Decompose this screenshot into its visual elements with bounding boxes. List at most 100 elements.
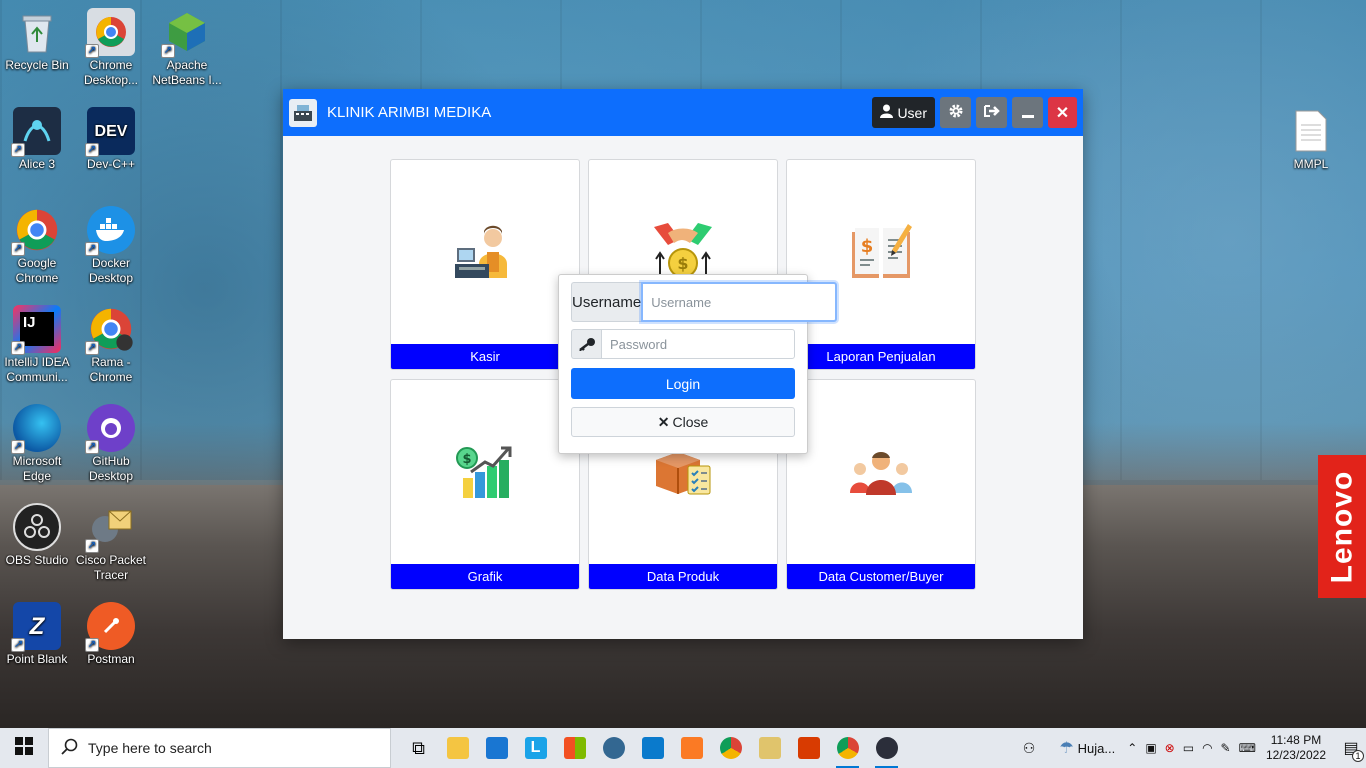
chrome-profile-icon: ↗ [85, 305, 135, 355]
desktop-icon-label: MMPL [1293, 157, 1329, 171]
cashier-icon [391, 160, 579, 344]
desktop-icon-chrome-desktop[interactable]: ↗ Chrome Desktop... [74, 8, 148, 88]
office-icon [797, 737, 820, 759]
chrome-icon: ↗ [11, 206, 61, 256]
edge-icon: ↗ [11, 404, 61, 454]
shortcut-arrow-icon: ↗ [11, 440, 25, 454]
packet-tracer-icon: ↗ [85, 503, 135, 553]
desktop-icon-label: IntelliJ IDEA Communi... [4, 355, 70, 384]
desktop-icon-intellij[interactable]: IJ ↗ IntelliJ IDEA Communi... [0, 305, 74, 385]
document-file-icon [1287, 107, 1335, 155]
desktop-icon-point-blank[interactable]: Z ↗ Point Blank [0, 602, 74, 667]
taskbar-search[interactable]: Type here to search [48, 728, 391, 768]
taskbar-mail[interactable] [477, 728, 516, 768]
shortcut-arrow-icon: ↗ [11, 143, 25, 157]
menu-card-laporan-penjualan[interactable]: $ Laporan Penjualan [786, 159, 976, 370]
taskbar-chrome-profile[interactable] [828, 728, 867, 768]
folder-icon [446, 737, 469, 759]
start-button[interactable] [0, 728, 48, 768]
recycle-bin-icon [13, 8, 61, 56]
xampp-icon [680, 737, 703, 759]
desktop-icon-google-chrome[interactable]: ↗ Google Chrome [0, 206, 74, 286]
menu-card-grafik[interactable]: $ Grafik [390, 379, 580, 590]
shortcut-arrow-icon: ↗ [161, 44, 175, 58]
notification-button[interactable]: ▤ 1 [1336, 728, 1366, 768]
desktop-icon-packet-tracer[interactable]: ↗ Cisco Packet Tracer [74, 503, 148, 583]
desktop-icon-label: Cisco Packet Tracer [75, 553, 147, 582]
system-tray: ⚇ ☂ Huja... ⌃ ▣ ⊗ ▭ ◠ ✎ ⌨ 11:48 PM 12/23… [1023, 728, 1366, 768]
user-button-label: User [897, 104, 927, 121]
desktop-icon-docker[interactable]: ↗ Docker Desktop [74, 206, 148, 286]
login-dialog: Username Login ✕ Close [558, 274, 838, 454]
taskbar-office[interactable] [789, 728, 828, 768]
login-button[interactable]: Login [571, 368, 795, 399]
desktop-icon-label: Microsoft Edge [12, 454, 62, 483]
clock-date: 12/23/2022 [1265, 748, 1326, 762]
desktop-icon-alice[interactable]: ↗ Alice 3 [0, 107, 74, 172]
taskbar-electron-app[interactable] [867, 728, 906, 768]
menu-card-data-customer[interactable]: Data Customer/Buyer [786, 379, 976, 590]
password-row [571, 329, 795, 359]
desktop-icon-edge[interactable]: ↗ Microsoft Edge [0, 404, 74, 484]
clock[interactable]: 11:48 PM 12/23/2022 [1266, 733, 1326, 763]
taskbar-vscode[interactable] [633, 728, 672, 768]
taskbar-app-l[interactable]: L [516, 728, 555, 768]
cash-register-icon [289, 98, 317, 127]
shortcut-arrow-icon: ↗ [11, 638, 25, 652]
desktop-icon-devcpp[interactable]: DEV ↗ Dev-C++ [74, 107, 148, 172]
people-icon[interactable]: ⚇ [1023, 740, 1036, 757]
keyboard-icon[interactable]: ⌨ [1239, 741, 1256, 755]
menu-card-label: Grafik [391, 564, 579, 589]
settings-button[interactable] [940, 97, 971, 128]
desktop-icon-label: GitHub Desktop [88, 454, 134, 483]
menu-card-label: Data Produk [589, 564, 777, 589]
weather-text[interactable]: Huja... [1078, 741, 1116, 756]
user-button[interactable]: User [872, 97, 935, 128]
minimize-button[interactable] [1012, 97, 1043, 128]
desktop-icon-label: Docker Desktop [88, 256, 134, 285]
username-row: Username [571, 282, 838, 322]
search-icon [61, 738, 78, 758]
desktop-icon-github[interactable]: ↗ GitHub Desktop [74, 404, 148, 484]
chrome-profile-icon [836, 737, 859, 759]
shortcut-arrow-icon: ↗ [85, 440, 99, 454]
taskbar-postgres[interactable] [594, 728, 633, 768]
desktop-icon-label: Postman [87, 652, 135, 666]
shortcut-arrow-icon: ↗ [85, 539, 99, 553]
taskbar-xampp[interactable] [672, 728, 711, 768]
chevron-up-icon[interactable]: ⌃ [1127, 741, 1137, 755]
postgres-icon [602, 737, 625, 759]
desktop-icon-obs[interactable]: OBS Studio [0, 503, 74, 568]
username-input[interactable] [641, 282, 838, 322]
lenovo-logo: Lenovo [1318, 455, 1366, 598]
vscode-icon [641, 737, 664, 759]
taskbar-store[interactable] [555, 728, 594, 768]
mail-icon [485, 737, 508, 759]
desktop-icon-recycle-bin[interactable]: Recycle Bin [0, 8, 74, 73]
close-dialog-button[interactable]: ✕ Close [571, 407, 795, 437]
desktop-icon-postman[interactable]: ↗ Postman [74, 602, 148, 667]
desktop-file-mmpl[interactable]: MMPL [1274, 107, 1348, 172]
store-icon [563, 737, 586, 759]
window-close-button[interactable]: ✕ [1048, 97, 1077, 128]
wifi-icon[interactable]: ◠ [1202, 741, 1212, 755]
meet-icon[interactable]: ▣ [1145, 741, 1156, 755]
pen-icon[interactable]: ✎ [1221, 741, 1231, 755]
battery-icon[interactable]: ▭ [1183, 741, 1194, 755]
weather-icon[interactable]: ☂ [1059, 738, 1073, 758]
menu-card-kasir[interactable]: Kasir [390, 159, 580, 370]
growth-chart-icon: $ [391, 380, 579, 564]
svg-text:$: $ [462, 452, 471, 467]
obs-icon [13, 503, 61, 551]
logout-button[interactable] [976, 97, 1007, 128]
taskbar-file-explorer[interactable] [438, 728, 477, 768]
desktop-icon-netbeans[interactable]: ↗ Apache NetBeans I... [150, 8, 224, 88]
task-view-button[interactable]: ⧉ [399, 728, 438, 768]
taskbar-packet-tracer[interactable] [750, 728, 789, 768]
shortcut-arrow-icon: ↗ [85, 44, 99, 58]
taskbar-chrome[interactable] [711, 728, 750, 768]
password-input[interactable] [601, 329, 795, 359]
network-error-icon[interactable]: ⊗ [1165, 741, 1175, 755]
desktop-icon-rama-chrome[interactable]: ↗ Rama - Chrome [74, 305, 148, 385]
svg-text:$: $ [677, 254, 688, 273]
